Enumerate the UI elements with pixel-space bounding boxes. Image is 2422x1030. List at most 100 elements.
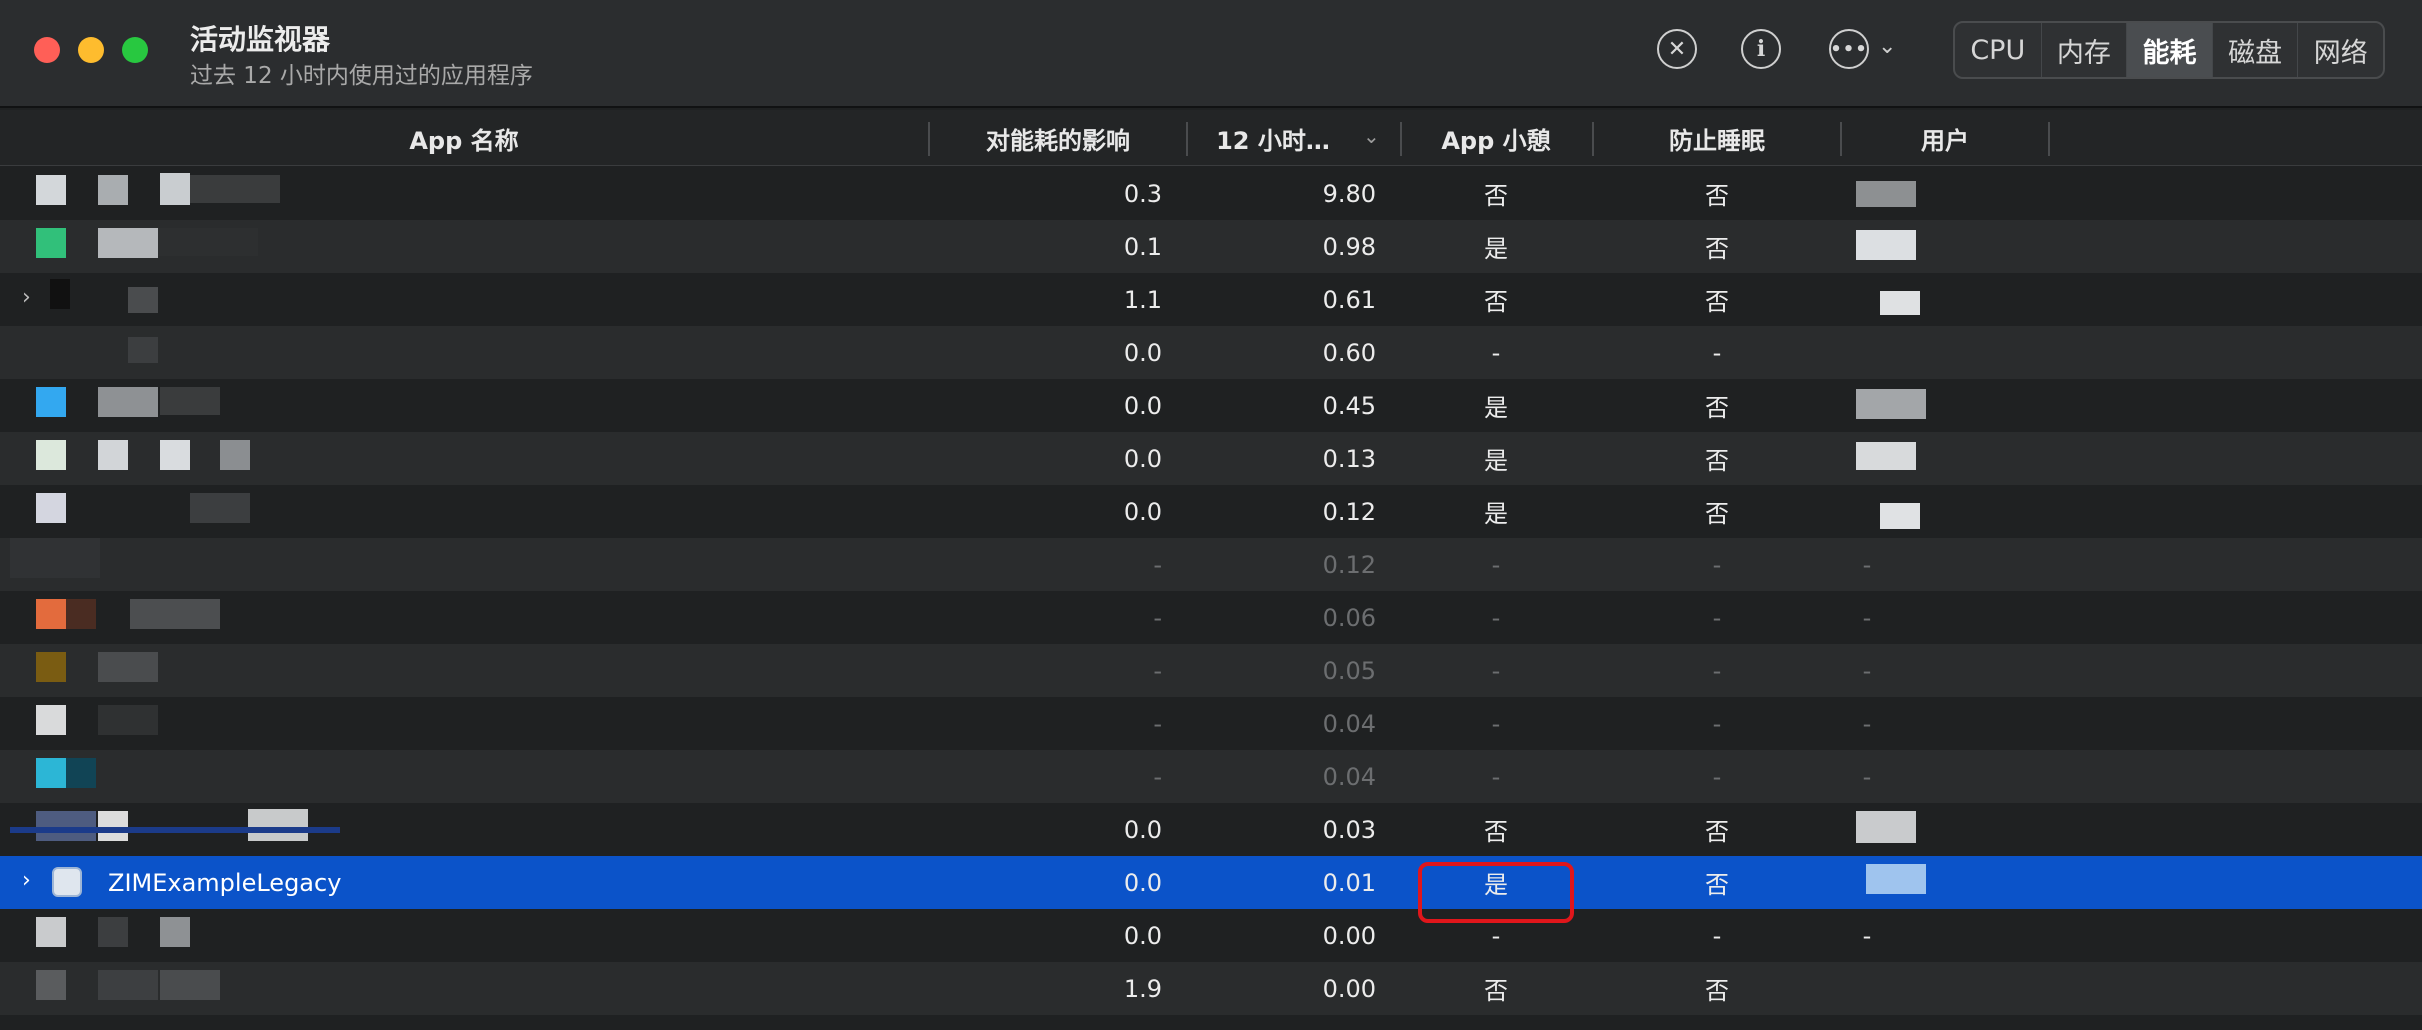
twelve-hour-value: 0.60 <box>1322 338 1376 367</box>
column-app-nap[interactable]: App 小憩 <box>1402 110 1590 166</box>
table-row[interactable]: 0.0 0.13 是 否 <box>0 432 2422 485</box>
table-row[interactable]: 0.3 9.80 否 否 <box>0 167 2422 220</box>
redacted-block <box>98 917 128 947</box>
disclosure-chevron-icon[interactable]: › <box>22 868 31 893</box>
column-12hr-power[interactable]: 12 小时… <box>1188 110 1358 166</box>
minimize-window-button[interactable] <box>78 37 104 63</box>
twelve-hour-value: 0.98 <box>1322 232 1376 261</box>
app-nap-value: 是 <box>1484 394 1508 422</box>
user-value: - <box>1862 762 1872 791</box>
table-header: App 名称 对能耗的影响 12 小时… App 小憩 防止睡眠 用户 <box>0 110 2422 166</box>
tab-disk[interactable]: 磁盘 <box>2213 23 2299 77</box>
prevent-sleep-value: - <box>1712 709 1722 738</box>
column-energy-impact[interactable]: 对能耗的影响 <box>930 110 1186 166</box>
column-prevent-sleep[interactable]: 防止睡眠 <box>1594 110 1840 166</box>
prevent-sleep-value: - <box>1712 921 1722 950</box>
user-value <box>1842 167 1892 220</box>
table-row[interactable]: 0.0 0.03 否 否 <box>0 803 2422 856</box>
twelve-hour-value: 0.00 <box>1322 974 1376 1003</box>
twelve-hour-value: 0.05 <box>1322 656 1376 685</box>
app-nap-value: - <box>1491 550 1501 579</box>
energy-impact-value: 0.0 <box>1123 338 1162 367</box>
column-app-name[interactable]: App 名称 <box>0 110 928 166</box>
table-row[interactable]: - 0.05 - - - <box>0 644 2422 697</box>
user-value <box>1842 326 1892 379</box>
user-value <box>1842 379 1892 432</box>
prevent-sleep-value: - <box>1712 656 1722 685</box>
table-row[interactable]: 0.0 0.00- - - <box>0 909 2422 962</box>
category-tabs: CPU 内存 能耗 磁盘 网络 <box>1953 21 2385 79</box>
prevent-sleep-value: - <box>1712 762 1722 791</box>
table-row[interactable]: 0.1 0.98 是 否 <box>0 220 2422 273</box>
user-value: - <box>1862 921 1872 950</box>
close-window-button[interactable] <box>34 37 60 63</box>
disclosure-chevron-icon[interactable]: › <box>22 285 31 310</box>
prevent-sleep-value: 否 <box>1705 447 1729 475</box>
redacted-block <box>36 811 96 841</box>
user-value <box>1842 856 1892 909</box>
redacted-block <box>66 758 96 788</box>
xmark-circle-icon[interactable]: ✕ <box>1657 29 1697 69</box>
prevent-sleep-value: 否 <box>1705 500 1729 528</box>
app-nap-value: 否 <box>1484 288 1508 316</box>
energy-impact-value: 0.0 <box>1123 868 1162 897</box>
window-title: 活动监视器 <box>190 23 331 56</box>
table-row[interactable]: - 0.12 - - - <box>0 538 2422 591</box>
redacted-block <box>160 917 190 947</box>
tab-cpu[interactable]: CPU <box>1955 23 2042 77</box>
table-row[interactable]: - 0.04 - - - <box>0 750 2422 803</box>
energy-impact-value: 0.0 <box>1123 444 1162 473</box>
user-value <box>1842 220 1892 273</box>
table-row[interactable]: 0.0 0.45 是 否 <box>0 379 2422 432</box>
redacted-block <box>98 228 158 258</box>
redacted-block <box>36 387 66 417</box>
table-row[interactable]: 1.9 0.00 否 否 <box>0 962 2422 1015</box>
app-nap-value: - <box>1491 603 1501 632</box>
table-row[interactable]: - 0.04 - - - <box>0 697 2422 750</box>
redacted-block <box>10 827 340 833</box>
redacted-block <box>36 970 66 1000</box>
prevent-sleep-value: 否 <box>1705 235 1729 263</box>
app-icon <box>52 867 82 897</box>
tab-network[interactable]: 网络 <box>2298 23 2383 77</box>
energy-impact-value: - <box>1153 656 1162 685</box>
tab-energy[interactable]: 能耗 <box>2127 23 2213 77</box>
energy-impact-value: 0.0 <box>1123 497 1162 526</box>
user-value <box>1842 803 1892 856</box>
redacted-block <box>50 279 70 309</box>
prevent-sleep-value: - <box>1712 603 1722 632</box>
zoom-window-button[interactable] <box>122 37 148 63</box>
column-user[interactable]: 用户 <box>1842 110 2048 166</box>
prevent-sleep-value: 否 <box>1705 871 1729 899</box>
table-row[interactable]: 0.0 0.60 - - <box>0 326 2422 379</box>
app-nap-value: - <box>1491 709 1501 738</box>
tab-memory[interactable]: 内存 <box>2042 23 2128 77</box>
prevent-sleep-value: - <box>1712 550 1722 579</box>
app-nap-value: 否 <box>1484 182 1508 210</box>
column-divider[interactable] <box>2048 122 2050 156</box>
sort-descending-chevron-icon[interactable]: ⌄ <box>1363 124 1380 148</box>
redacted-block <box>190 493 250 523</box>
redacted-block <box>98 970 158 1000</box>
app-nap-value: - <box>1491 762 1501 791</box>
app-nap-value: - <box>1491 656 1501 685</box>
user-value <box>1842 485 1892 538</box>
table-row-selected[interactable]: › ZIMExampleLegacy 0.0 0.01 是否 <box>0 856 2422 909</box>
prevent-sleep-value: 否 <box>1705 182 1729 210</box>
twelve-hour-value: 0.04 <box>1322 709 1376 738</box>
redacted-block <box>36 175 66 205</box>
table-row[interactable]: - 0.06 - - - <box>0 591 2422 644</box>
energy-impact-value: 0.0 <box>1123 921 1162 950</box>
energy-impact-value: 0.3 <box>1123 179 1162 208</box>
table-row[interactable]: › 1.1 0.61 否 否 <box>0 273 2422 326</box>
app-nap-value: 是 <box>1484 447 1508 475</box>
twelve-hour-value: 0.12 <box>1322 497 1376 526</box>
app-nap-value: 否 <box>1484 977 1508 1005</box>
redacted-block <box>190 175 280 203</box>
ellipsis-circle-icon[interactable]: ••• <box>1829 29 1869 69</box>
redacted-block <box>36 705 66 735</box>
chevron-down-icon[interactable]: ⌄ <box>1878 34 1896 59</box>
redacted-block <box>248 809 308 841</box>
table-row[interactable]: 0.0 0.12 是 否 <box>0 485 2422 538</box>
info-circle-icon[interactable]: i <box>1741 29 1781 69</box>
